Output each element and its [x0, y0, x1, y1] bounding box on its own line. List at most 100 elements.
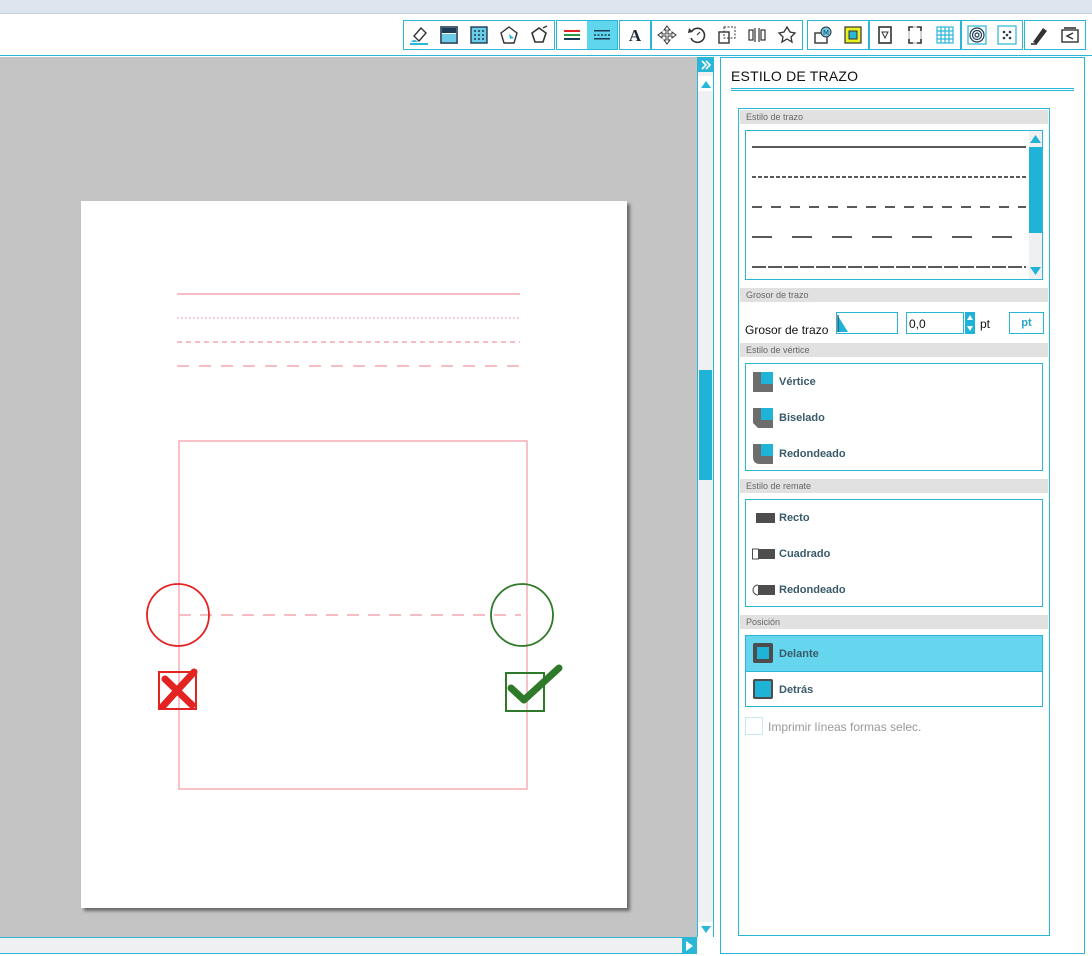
line-style-button[interactable] — [587, 21, 617, 49]
send-button[interactable] — [1055, 21, 1085, 49]
triangle-down-icon[interactable] — [1029, 265, 1042, 277]
double-chevron-right-icon — [700, 59, 711, 70]
slider-handle-icon[interactable] — [837, 313, 849, 333]
corner-style-list: Vértice Biselado Redondeado — [745, 363, 1043, 471]
scroll-right-button[interactable] — [682, 938, 697, 953]
unit-button[interactable]: pt — [1009, 312, 1044, 334]
rotate-icon — [688, 27, 706, 44]
corner-style-header: Estilo de vértice — [740, 343, 1048, 357]
shape-effects-icon — [500, 26, 518, 44]
line-color-icon — [564, 30, 580, 40]
offset-icon — [844, 26, 862, 44]
line-style-icon — [594, 30, 610, 40]
replicate-icon — [777, 25, 797, 44]
cap-option-round[interactable]: Redondeado — [746, 572, 1042, 608]
design-page[interactable] — [81, 201, 627, 908]
corner-option-miter[interactable]: Vértice — [746, 364, 1042, 400]
scroll-up-button[interactable] — [698, 76, 713, 91]
send-icon — [1061, 27, 1079, 43]
shape-effects-button[interactable] — [494, 21, 524, 49]
panel-title-divider — [731, 88, 1074, 91]
rotate-button[interactable] — [682, 21, 712, 49]
cut-settings-icon — [1031, 28, 1047, 45]
pentagon-button[interactable] — [524, 21, 554, 49]
design-canvas[interactable] — [0, 57, 697, 937]
toolbar-group-cut — [1024, 20, 1086, 50]
toolbar-group-modify: M — [807, 20, 869, 50]
corner-option-label: Vértice — [779, 376, 816, 388]
cap-option-square[interactable]: Cuadrado — [746, 536, 1042, 572]
corner-option-label: Biselado — [779, 412, 825, 424]
position-option-label: Delante — [779, 648, 819, 660]
position-header: Posición — [740, 615, 1048, 629]
move-button[interactable] — [652, 21, 682, 49]
line-color-button[interactable] — [557, 21, 587, 49]
miter-corner-icon — [753, 372, 773, 392]
scale-icon — [718, 26, 736, 44]
panel-title: ESTILO DE TRAZO — [731, 68, 859, 84]
corner-option-label: Redondeado — [779, 448, 846, 460]
eraser-icon — [410, 26, 428, 45]
modify-button[interactable]: M — [808, 21, 838, 49]
trace-button[interactable] — [962, 21, 992, 49]
registration-marks-icon — [908, 26, 922, 44]
toolbar-group-page — [869, 20, 961, 50]
pixscan-button[interactable] — [992, 21, 1022, 49]
vertical-scroll-thumb[interactable] — [699, 370, 712, 480]
stroke-style-scroll-thumb[interactable] — [1029, 147, 1042, 233]
stroke-style-options — [752, 146, 1026, 268]
grid-button[interactable] — [930, 21, 960, 49]
replicate-button[interactable] — [772, 21, 802, 49]
scale-button[interactable] — [712, 21, 742, 49]
thickness-slider[interactable] — [836, 312, 898, 334]
text-button[interactable]: A — [620, 21, 650, 49]
stroke-style-header: Estilo de trazo — [740, 110, 1048, 124]
toolbar-group-transform — [651, 20, 803, 50]
toolbar-group-trace — [961, 20, 1023, 50]
page-artwork — [146, 293, 563, 790]
eraser-button[interactable] — [404, 21, 434, 49]
horizontal-scrollbar[interactable] — [0, 937, 697, 954]
align-icon — [748, 28, 766, 42]
align-button[interactable] — [742, 21, 772, 49]
position-option-label: Detrás — [779, 684, 814, 696]
pattern-button[interactable] — [464, 21, 494, 49]
stroke-style-list[interactable] — [745, 130, 1043, 280]
back-position-icon — [753, 679, 773, 699]
corner-option-round[interactable]: Redondeado — [746, 436, 1042, 472]
cap-option-label: Recto — [779, 512, 810, 524]
triangle-down-icon — [700, 925, 711, 933]
thickness-unit: pt — [980, 317, 991, 331]
thickness-label: Grosor de trazo — [745, 323, 829, 337]
fill-icon — [440, 26, 458, 44]
toolbar-group-fill — [403, 20, 555, 50]
round-corner-icon — [753, 444, 773, 464]
toolbar-group-line — [556, 20, 618, 50]
trace-icon — [967, 25, 987, 45]
page-setup-button[interactable] — [870, 21, 900, 49]
square-cap-icon — [752, 548, 775, 560]
position-option-back[interactable]: Detrás — [746, 672, 1042, 708]
thickness-stepper[interactable] — [965, 312, 975, 334]
position-list: Delante Detrás — [745, 635, 1043, 707]
stroke-style-scrollbar[interactable] — [1029, 131, 1042, 279]
svg-text:M: M — [823, 29, 829, 37]
corner-option-bevel[interactable]: Biselado — [746, 400, 1042, 436]
position-option-front[interactable]: Delante — [746, 636, 1042, 672]
main-toolbar: A M — [0, 14, 1092, 56]
registration-marks-button[interactable] — [900, 21, 930, 49]
fill-button[interactable] — [434, 21, 464, 49]
triangle-up-icon[interactable] — [1029, 133, 1042, 145]
collapse-panel-button[interactable] — [698, 57, 713, 72]
cap-style-list: Recto Cuadrado Redondeado — [745, 499, 1043, 607]
cut-settings-button[interactable] — [1025, 21, 1055, 49]
print-lines-checkbox[interactable] — [745, 717, 763, 735]
svg-text:A: A — [629, 26, 642, 45]
triangle-right-icon — [685, 940, 693, 951]
cap-option-butt[interactable]: Recto — [746, 500, 1042, 536]
vertical-scrollbar[interactable] — [697, 57, 714, 937]
offset-button[interactable] — [838, 21, 868, 49]
grid-icon — [936, 26, 954, 44]
thickness-input[interactable]: 0,0 — [906, 312, 964, 334]
scroll-down-button[interactable] — [698, 922, 713, 937]
